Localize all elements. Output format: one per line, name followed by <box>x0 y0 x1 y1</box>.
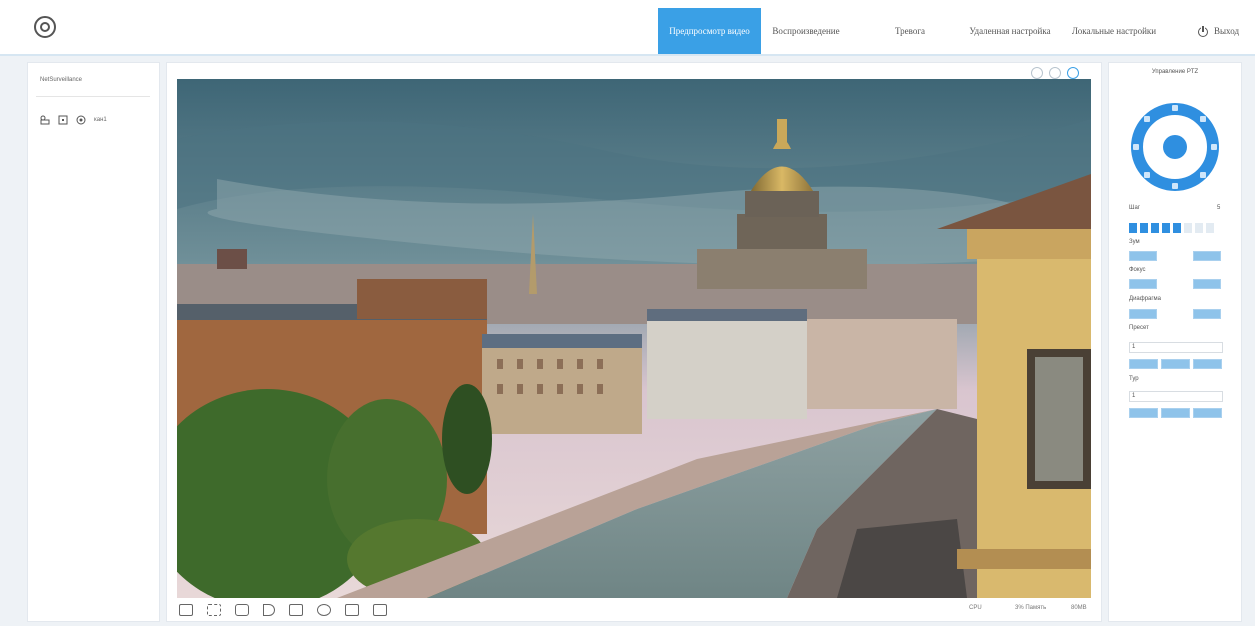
tab-local-settings[interactable]: Локальные настройки <box>1064 8 1164 54</box>
device-panel: NetSurveillance кан1 <box>27 62 160 622</box>
snapshot-icon[interactable] <box>235 604 249 616</box>
cpu-value: 3% Память <box>1015 605 1047 611</box>
tour-input[interactable]: 1 <box>1129 391 1223 402</box>
zoom-in-button[interactable] <box>1193 251 1221 261</box>
iris-label: Диафрагма <box>1129 296 1162 302</box>
speed-segment[interactable] <box>1151 223 1159 233</box>
memory-value: 80MB <box>1071 605 1087 611</box>
zoom-out-button[interactable] <box>1129 251 1157 261</box>
preset-delete-button[interactable] <box>1193 359 1222 369</box>
ptz-title: Управление PTZ <box>1151 69 1199 75</box>
preset-set-button[interactable] <box>1129 359 1158 369</box>
stream-icon[interactable] <box>289 604 303 616</box>
ptz-center-button[interactable] <box>1163 135 1187 159</box>
ptz-panel: Управление PTZ Шаг 5 Зум Фокус Диафрагма… <box>1108 62 1242 622</box>
speed-segment[interactable] <box>1129 223 1137 233</box>
device-name[interactable]: NetSurveillance <box>40 77 82 83</box>
channel-row[interactable]: кан1 <box>40 113 107 127</box>
video-stream[interactable] <box>177 79 1091 598</box>
info-icon[interactable] <box>1031 67 1043 79</box>
logout-label: Выход <box>1214 26 1240 36</box>
top-bar: Предпросмотр видео Воспроизведение Трево… <box>0 0 1255 56</box>
speed-segment[interactable] <box>1206 223 1214 233</box>
tour-start-button[interactable] <box>1129 408 1158 418</box>
ptz-down-left-button[interactable] <box>1144 172 1150 178</box>
power-icon <box>1198 24 1208 37</box>
ptz-down-button[interactable] <box>1172 183 1178 189</box>
focus-far-button[interactable] <box>1193 279 1221 289</box>
tour-stop-button[interactable] <box>1161 408 1190 418</box>
focus-near-button[interactable] <box>1129 279 1157 289</box>
video-toolbar <box>179 602 387 618</box>
ptz-up-left-button[interactable] <box>1144 116 1150 122</box>
logout-button[interactable]: Выход <box>1198 8 1239 54</box>
ptz-icon[interactable] <box>76 115 86 125</box>
ptz-down-right-button[interactable] <box>1200 172 1206 178</box>
app-logo <box>34 16 56 38</box>
tab-live-preview[interactable]: Предпросмотр видео <box>658 8 761 54</box>
iris-close-button[interactable] <box>1129 309 1157 319</box>
ptz-up-right-button[interactable] <box>1200 116 1206 122</box>
fullscreen-icon[interactable] <box>207 604 221 616</box>
preset-label: Пресет <box>1129 325 1149 331</box>
record-icon[interactable] <box>58 115 68 125</box>
audio-icon[interactable] <box>263 604 275 616</box>
video-panel: CPU 3% Память 80MB <box>166 62 1102 622</box>
ptz-up-button[interactable] <box>1172 105 1178 111</box>
settings-icon[interactable] <box>1067 67 1079 79</box>
iris-open-button[interactable] <box>1193 309 1221 319</box>
speed-segment[interactable] <box>1140 223 1148 233</box>
ptz-right-button[interactable] <box>1211 144 1217 150</box>
ptz-left-button[interactable] <box>1133 144 1139 150</box>
divider <box>36 96 150 97</box>
preset-input[interactable]: 1 <box>1129 342 1223 353</box>
cpu-label: CPU <box>969 605 982 611</box>
speed-segment[interactable] <box>1162 223 1170 233</box>
speed-value: 5 <box>1217 205 1221 211</box>
tab-alarm[interactable]: Тревога <box>885 8 935 54</box>
layout-icon[interactable] <box>179 604 193 616</box>
zoom-label: Зум <box>1129 239 1140 245</box>
speed-segment[interactable] <box>1184 223 1192 233</box>
record-icon[interactable] <box>317 604 331 616</box>
video-image <box>177 79 1091 598</box>
camera-icon[interactable] <box>40 115 50 125</box>
tour-label: Тур <box>1129 376 1139 382</box>
preset-goto-button[interactable] <box>1161 359 1190 369</box>
tab-remote-settings[interactable]: Удаленная настройка <box>960 8 1060 54</box>
speed-segment[interactable] <box>1173 223 1181 233</box>
focus-label: Фокус <box>1129 267 1146 273</box>
channel-label: кан1 <box>94 117 107 123</box>
info-icon-2[interactable] <box>1049 67 1061 79</box>
speed-label: Шаг <box>1129 205 1141 211</box>
display-icon[interactable] <box>345 604 359 616</box>
speed-segment[interactable] <box>1195 223 1203 233</box>
fit-icon[interactable] <box>373 604 387 616</box>
tour-edit-button[interactable] <box>1193 408 1222 418</box>
tab-playback[interactable]: Воспроизведение <box>761 8 851 54</box>
